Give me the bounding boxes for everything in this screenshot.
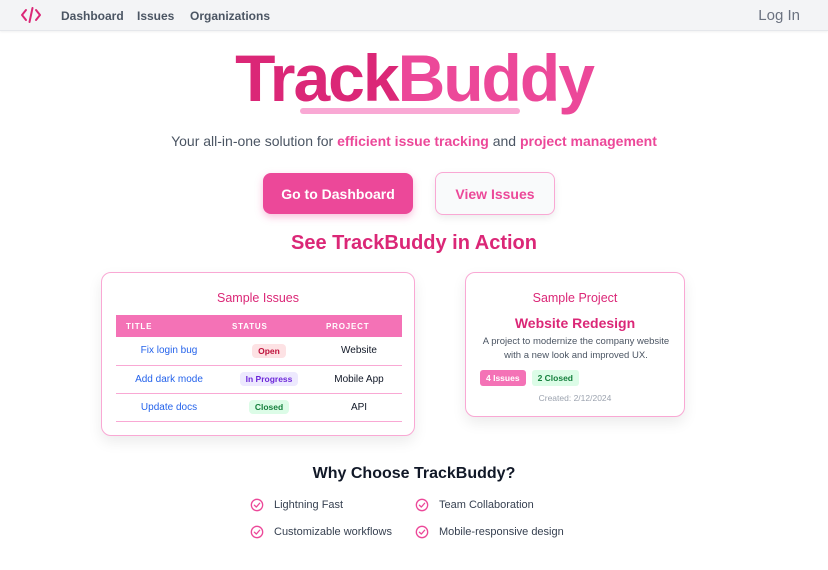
nav-link-issues[interactable]: Issues <box>137 9 174 23</box>
project-name[interactable]: Website Redesign <box>466 315 684 331</box>
hero-title-part2: Buddy <box>397 41 595 115</box>
go-to-dashboard-button[interactable]: Go to Dashboard <box>263 173 413 214</box>
project-description: A project to modernize the company websi… <box>482 336 670 361</box>
issue-title-link[interactable]: Add dark mode <box>116 365 222 394</box>
check-circle-icon <box>415 498 429 512</box>
check-circle-icon <box>250 498 264 512</box>
issues-table-header: TITLE STATUS PROJECT <box>116 315 402 337</box>
login-link[interactable]: Log In <box>758 7 800 24</box>
feature-label: Mobile-responsive design <box>439 526 564 538</box>
status-badge: Open <box>252 343 286 358</box>
nav-link-dashboard[interactable]: Dashboard <box>61 9 124 23</box>
column-header-project: PROJECT <box>326 321 370 331</box>
check-circle-icon <box>415 525 429 539</box>
feature-item: Team Collaboration <box>415 498 534 512</box>
status-badge: Closed <box>248 400 290 414</box>
nav-link-organizations[interactable]: Organizations <box>190 9 270 23</box>
project-created-date: Created: 2/12/2024 <box>538 393 612 403</box>
issue-status-cell: In Progress <box>222 365 316 394</box>
column-header-title: TITLE <box>126 321 153 331</box>
issue-title-link[interactable]: Fix login bug <box>116 337 222 366</box>
sample-issues-card: Sample Issues TITLE STATUS PROJECT Fix l… <box>101 272 415 436</box>
issue-project-cell: API <box>316 393 402 422</box>
issue-project-cell: Mobile App <box>316 365 402 394</box>
hero-underline <box>300 108 520 114</box>
project-badges: 4 Issues 2 Closed <box>480 370 579 386</box>
feature-label: Customizable workflows <box>274 526 392 538</box>
feature-label: Lightning Fast <box>274 499 344 511</box>
column-header-status: STATUS <box>232 321 268 331</box>
view-issues-button[interactable]: View Issues <box>435 172 555 215</box>
demo-section-title: See TrackBuddy in Action <box>291 232 537 254</box>
hero-title-part1: Track <box>235 41 399 115</box>
table-row: Add dark mode In Progress Mobile App <box>116 365 402 394</box>
table-row: Update docs Closed API <box>116 393 402 422</box>
tagline-highlight-issue-tracking: efficient issue tracking <box>337 133 489 149</box>
feature-item: Lightning Fast <box>250 498 343 512</box>
issue-status-cell: Closed <box>222 393 316 422</box>
tagline-highlight-project-management: project management <box>519 133 657 149</box>
issues-count-badge: 4 Issues <box>480 370 526 386</box>
issues-table: TITLE STATUS PROJECT Fix login bug Open … <box>116 315 402 422</box>
hero-title: TrackBuddy <box>0 40 828 116</box>
why-section-title: Why Choose TrackBuddy? <box>312 465 516 482</box>
issue-status-cell: Open <box>222 337 316 366</box>
hero-tagline: Your all-in-one solution for efficient i… <box>0 133 828 149</box>
issue-project-cell: Website <box>316 337 402 366</box>
closed-count-badge: 2 Closed <box>531 370 579 386</box>
code-icon[interactable] <box>20 6 42 24</box>
sample-project-card: Sample Project Website Redesign A projec… <box>465 272 685 417</box>
feature-label: Team Collaboration <box>439 499 534 511</box>
tagline-pre: Your all-in-one solution for <box>171 133 338 149</box>
sample-issues-title: Sample Issues <box>217 291 299 305</box>
tagline-mid: and <box>488 133 520 149</box>
feature-item: Customizable workflows <box>250 525 392 539</box>
sample-project-title: Sample Project <box>532 291 618 305</box>
table-row: Fix login bug Open Website <box>116 337 402 366</box>
status-badge: In Progress <box>239 372 299 386</box>
issue-title-link[interactable]: Update docs <box>116 393 222 422</box>
check-circle-icon <box>250 525 264 539</box>
feature-item: Mobile-responsive design <box>415 525 564 539</box>
top-navbar: Dashboard Issues Organizations Log In <box>0 0 828 31</box>
